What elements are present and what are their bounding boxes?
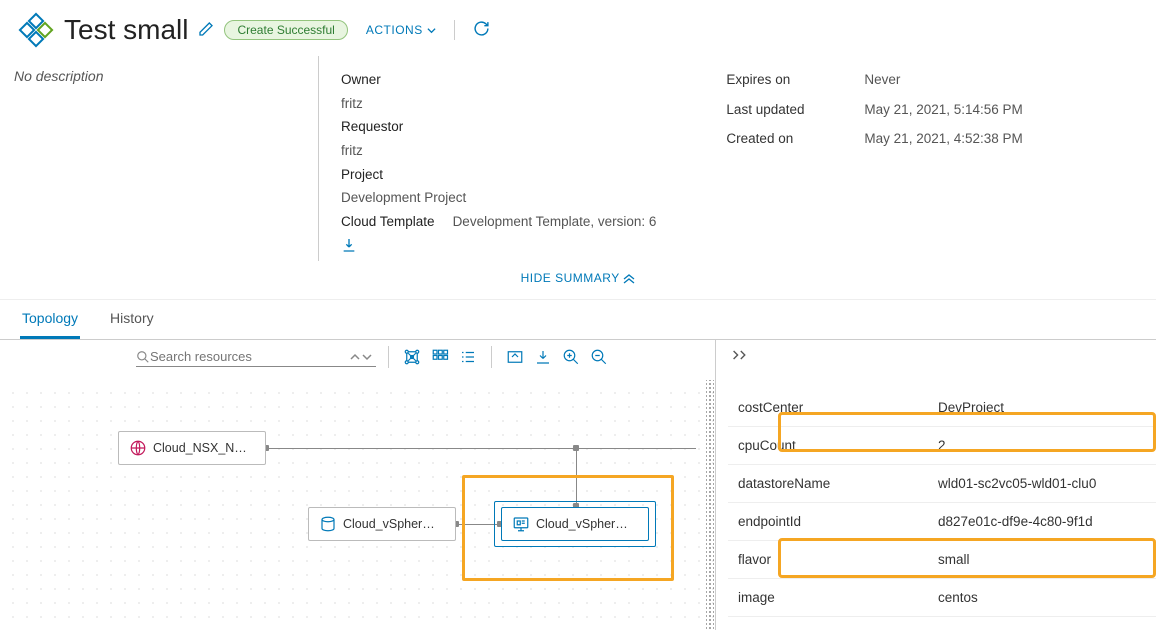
prop-row: image centos: [728, 579, 1156, 617]
prop-key: cpuCount: [738, 438, 938, 453]
template-value: Development Template, version: 6: [453, 210, 657, 234]
topology-canvas[interactable]: Cloud_NSX_N… Cloud_vSpher… Cloud_vSpher…: [0, 340, 716, 630]
summary-col-left: Owner fritz Requestor fritz Project Deve…: [341, 68, 656, 261]
download-canvas-icon[interactable]: [532, 346, 554, 368]
prop-row: datastoreName wld01-sc2vc05-wld01-clu0: [728, 465, 1156, 503]
chevron-up-double-icon: [623, 274, 635, 284]
connector-line: [576, 448, 577, 508]
collapse-panel-icon[interactable]: [728, 348, 752, 367]
chevron-down-icon: [427, 26, 436, 35]
tab-topology[interactable]: Topology: [20, 300, 80, 339]
project-value: Development Project: [341, 186, 656, 210]
page-title: Test small: [64, 14, 188, 46]
workspace: Cloud_NSX_N… Cloud_vSpher… Cloud_vSpher……: [0, 340, 1156, 630]
search-nav-icons[interactable]: [350, 352, 372, 362]
node-vsphere-machine[interactable]: Cloud_vSpher…: [501, 507, 649, 541]
properties-panel: costCenter DevProject cpuCount 2 datasto…: [716, 340, 1156, 630]
prop-key: datastoreName: [738, 476, 938, 491]
app-logo-icon: [18, 12, 54, 48]
prop-row: costCenter DevProject: [728, 389, 1156, 427]
separator: [388, 346, 389, 368]
owner-label: Owner: [341, 68, 656, 92]
search-resources[interactable]: [136, 347, 376, 367]
prop-value: d827e01c-df9e-4c80-9f1d: [938, 514, 1152, 529]
separator: [454, 20, 455, 40]
node-vsphere-disk[interactable]: Cloud_vSpher…: [308, 507, 456, 541]
refresh-icon[interactable]: [473, 20, 490, 40]
canvas-toolbar: [136, 346, 705, 368]
template-label: Cloud Template: [341, 210, 435, 234]
prop-key: flavor: [738, 552, 938, 567]
prop-row: flavor small: [728, 541, 1156, 579]
network-icon: [129, 439, 147, 457]
machine-icon: [512, 515, 530, 533]
tab-bar: Topology History: [0, 299, 1156, 340]
summary-section: No description Owner fritz Requestor fri…: [0, 52, 1156, 261]
node-label: Cloud_NSX_N…: [153, 441, 247, 455]
expires-label: Expires on: [726, 68, 846, 92]
created-label: Created on: [726, 127, 846, 151]
description-placeholder: No description: [14, 56, 294, 261]
search-icon: [136, 350, 150, 364]
tab-history[interactable]: History: [108, 300, 156, 339]
prop-value: DevProject: [938, 400, 1152, 415]
edit-icon[interactable]: [198, 21, 214, 40]
status-badge: Create Successful: [224, 20, 347, 40]
view-list-icon[interactable]: [457, 346, 479, 368]
node-label: Cloud_vSpher…: [343, 517, 435, 531]
header: Test small Create Successful ACTIONS: [0, 0, 1156, 52]
disk-icon: [319, 515, 337, 533]
prop-value: 2: [938, 438, 1152, 453]
hide-summary-toggle[interactable]: HIDE SUMMARY: [0, 261, 1156, 293]
expires-value: Never: [864, 68, 1022, 92]
view-graph-icon[interactable]: [401, 346, 423, 368]
updated-label: Last updated: [726, 98, 846, 122]
node-label: Cloud_vSpher…: [536, 517, 628, 531]
prop-key: image: [738, 590, 938, 605]
hide-summary-label: HIDE SUMMARY: [521, 271, 620, 285]
zoom-out-icon[interactable]: [588, 346, 610, 368]
prop-value: centos: [938, 590, 1152, 605]
view-grid-icon[interactable]: [429, 346, 451, 368]
download-icon[interactable]: [341, 237, 656, 261]
requestor-label: Requestor: [341, 115, 656, 139]
prop-value: wld01-sc2vc05-wld01-clu0: [938, 476, 1152, 491]
summary-col-right: Expires on Never Last updated May 21, 20…: [726, 68, 1022, 261]
prop-key: endpointId: [738, 514, 938, 529]
owner-value: fritz: [341, 92, 656, 116]
search-input[interactable]: [150, 349, 350, 364]
created-value: May 21, 2021, 4:52:38 PM: [864, 127, 1022, 151]
actions-label: ACTIONS: [366, 23, 423, 37]
panel-resize-handle[interactable]: [706, 380, 714, 630]
actions-dropdown[interactable]: ACTIONS: [366, 23, 436, 37]
separator: [491, 346, 492, 368]
fit-screen-icon[interactable]: [504, 346, 526, 368]
properties-table: costCenter DevProject cpuCount 2 datasto…: [728, 389, 1156, 617]
node-nsx-network[interactable]: Cloud_NSX_N…: [118, 431, 266, 465]
prop-key: costCenter: [738, 400, 938, 415]
updated-value: May 21, 2021, 5:14:56 PM: [864, 98, 1022, 122]
requestor-value: fritz: [341, 139, 656, 163]
connector-line: [266, 448, 696, 449]
project-label: Project: [341, 163, 656, 187]
prop-row: endpointId d827e01c-df9e-4c80-9f1d: [728, 503, 1156, 541]
zoom-in-icon[interactable]: [560, 346, 582, 368]
prop-value: small: [938, 552, 1152, 567]
prop-row: cpuCount 2: [728, 427, 1156, 465]
